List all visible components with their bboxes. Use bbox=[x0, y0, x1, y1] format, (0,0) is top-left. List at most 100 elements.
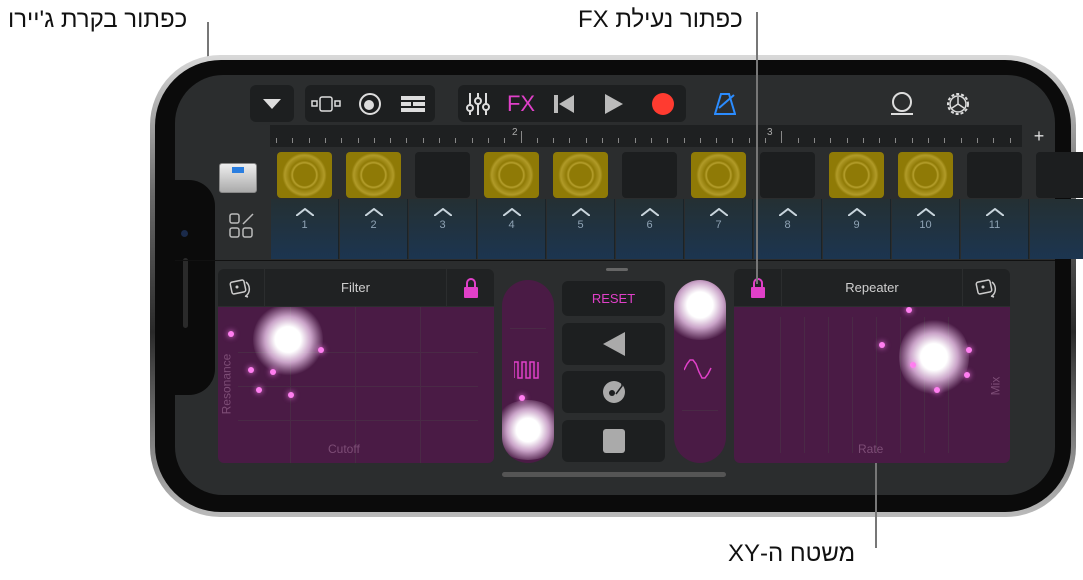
ruler-tick bbox=[781, 131, 783, 143]
turntable-scratch-icon bbox=[602, 381, 625, 403]
play-button[interactable] bbox=[590, 85, 638, 122]
go-to-beginning-button[interactable] bbox=[543, 85, 585, 122]
column-trigger[interactable]: 6 bbox=[616, 199, 684, 259]
loop-cell[interactable] bbox=[415, 152, 470, 198]
add-section-button[interactable]: + bbox=[1025, 125, 1053, 147]
column-trigger[interactable]: 11 bbox=[961, 199, 1029, 259]
chevron-up-icon bbox=[778, 208, 797, 216]
record-icon bbox=[652, 92, 674, 115]
record-button[interactable] bbox=[640, 85, 686, 122]
timeline-ruler[interactable]: 2 3 bbox=[270, 125, 1022, 147]
column-trigger[interactable]: 5 bbox=[547, 199, 615, 259]
gyro-button-right[interactable] bbox=[963, 269, 1010, 306]
reset-button[interactable]: RESET bbox=[562, 281, 665, 316]
fx-title-right[interactable]: Repeater bbox=[782, 269, 962, 306]
ruler-tick bbox=[976, 138, 978, 143]
ruler-tick bbox=[504, 138, 506, 143]
stop-icon bbox=[602, 429, 625, 453]
column-trigger[interactable]: 9 bbox=[823, 199, 891, 259]
column-number: 4 bbox=[508, 219, 515, 231]
ruler-tick bbox=[748, 138, 750, 143]
gyro-button-left[interactable] bbox=[218, 269, 264, 306]
y-axis-label: Resonance bbox=[219, 353, 234, 415]
ruler-tick bbox=[830, 138, 832, 143]
fx-lock-button-left[interactable] bbox=[447, 269, 494, 306]
fx-title-left[interactable]: Filter bbox=[265, 269, 446, 306]
callout-xy-pad: משטח ה-XY bbox=[728, 540, 856, 567]
loop-cell[interactable] bbox=[553, 152, 608, 198]
loop-cell[interactable] bbox=[622, 152, 677, 198]
column-trigger[interactable]: 10 bbox=[892, 199, 960, 259]
scratch-button[interactable] bbox=[562, 371, 665, 413]
stop-button[interactable] bbox=[562, 420, 665, 462]
ruler-tick bbox=[683, 138, 685, 143]
sine-wave-icon bbox=[684, 359, 712, 379]
reverse-button[interactable] bbox=[562, 323, 665, 365]
loop-cell[interactable] bbox=[829, 152, 884, 198]
live-loops-button[interactable] bbox=[305, 85, 347, 122]
metronome-button[interactable] bbox=[705, 85, 745, 122]
edit-cells-button[interactable] bbox=[228, 212, 256, 245]
loop-cell[interactable] bbox=[484, 152, 539, 198]
xy-pad-right[interactable]: Rate Mix bbox=[734, 307, 1010, 463]
right-fx-slider[interactable] bbox=[674, 280, 726, 463]
x-axis-label: Cutoff bbox=[328, 442, 360, 456]
settings-button[interactable] bbox=[938, 85, 978, 122]
panel-drag-handle[interactable] bbox=[606, 268, 628, 271]
ruler-tick bbox=[879, 138, 881, 143]
ruler-tick bbox=[618, 138, 620, 143]
loop-cell[interactable] bbox=[346, 152, 401, 198]
ruler-tick bbox=[667, 138, 669, 143]
column-number: 3 bbox=[439, 219, 446, 231]
column-trigger[interactable]: 1 bbox=[271, 199, 339, 259]
ruler-tick bbox=[390, 138, 392, 143]
ruler-tick bbox=[928, 138, 929, 143]
fx-button[interactable]: FX bbox=[500, 85, 542, 122]
loop-cell[interactable] bbox=[691, 152, 746, 198]
fx-name: Repeater bbox=[845, 280, 899, 295]
loop-cell[interactable] bbox=[898, 152, 953, 198]
ruler-tick bbox=[520, 131, 522, 143]
callout-fx-lock-button: כפתור נעילת FX bbox=[578, 6, 743, 33]
column-trigger[interactable]: 2 bbox=[340, 199, 408, 259]
column-trigger[interactable]: 8 bbox=[754, 199, 822, 259]
chevron-up-icon bbox=[709, 208, 728, 216]
ruler-tick bbox=[895, 138, 897, 143]
ruler-tick bbox=[553, 138, 555, 143]
callout-line bbox=[756, 12, 758, 284]
column-trigger[interactable]: 4 bbox=[478, 199, 546, 259]
loop-cell[interactable] bbox=[760, 152, 815, 198]
chevron-up-icon bbox=[847, 208, 866, 216]
loop-browser-button[interactable] bbox=[882, 85, 922, 122]
column-trigger[interactable] bbox=[1030, 199, 1083, 259]
ruler-tick bbox=[862, 138, 864, 143]
xy-pad-left[interactable]: Cutoff Resonance bbox=[218, 307, 494, 463]
live-loops-grid-icon bbox=[311, 95, 341, 112]
loop-cell[interactable] bbox=[277, 152, 332, 198]
column-number: 11 bbox=[988, 219, 1001, 231]
ruler-tick bbox=[944, 138, 946, 143]
go-to-beginning-icon bbox=[554, 94, 574, 113]
drummer-button[interactable] bbox=[349, 85, 391, 122]
loop-cell[interactable] bbox=[1036, 152, 1083, 198]
column-number: 10 bbox=[919, 219, 932, 231]
home-indicator[interactable] bbox=[502, 472, 726, 477]
tracks-view-icon bbox=[401, 95, 425, 112]
column-trigger[interactable]: 7 bbox=[685, 199, 753, 259]
ruler-tick bbox=[292, 138, 294, 143]
track-menu-button[interactable] bbox=[250, 85, 294, 122]
ruler-tick bbox=[455, 138, 457, 143]
notch bbox=[175, 180, 215, 395]
x-axis-label: Rate bbox=[858, 442, 884, 456]
tracks-view-button[interactable] bbox=[392, 85, 434, 122]
column-trigger[interactable]: 3 bbox=[409, 199, 477, 259]
drum-machine-icon[interactable] bbox=[219, 163, 257, 193]
column-number: 1 bbox=[301, 219, 308, 231]
ruler-tick bbox=[732, 138, 734, 143]
camera bbox=[181, 230, 188, 237]
left-fx-slider[interactable] bbox=[502, 280, 554, 463]
mixer-button[interactable] bbox=[458, 85, 498, 122]
loop-cell[interactable] bbox=[967, 152, 1022, 198]
lock-icon bbox=[463, 277, 478, 298]
ruler-tick bbox=[585, 138, 587, 143]
